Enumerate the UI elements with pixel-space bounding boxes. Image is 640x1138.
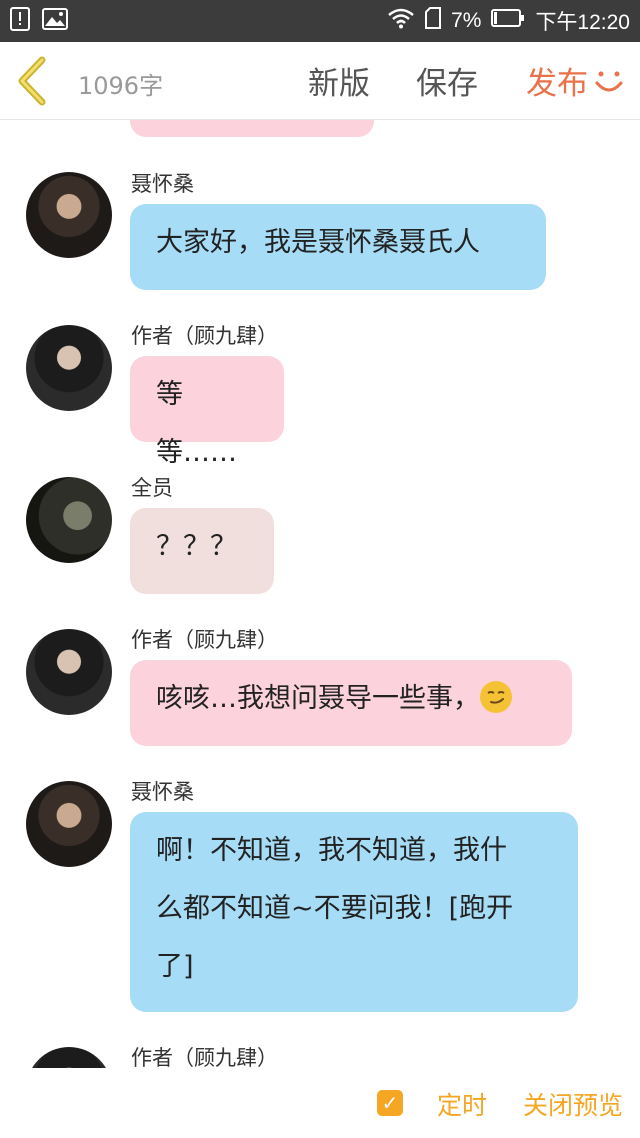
close-preview-button[interactable]: 关闭预览 — [523, 1086, 623, 1122]
word-count: 1096字 — [78, 72, 164, 100]
message-bubble: 大家好，我是聂怀桑聂氏人 — [130, 204, 546, 290]
smile-icon — [592, 64, 626, 98]
avatar[interactable] — [26, 172, 112, 258]
message-line: 么都不知道~不要问我！[跑开 — [156, 893, 514, 924]
clock: 下午12:20 — [535, 11, 630, 34]
bottom-toolbar: ✓ 定时 关闭预览 — [0, 1068, 640, 1138]
message-bubble: 啊！不知道，我不知道，我什 么都不知道~不要问我！[跑开 了] — [130, 812, 578, 1012]
editor-header: 1096字 新版 保存 发布 — [0, 42, 640, 120]
smirk-emoji-icon — [480, 681, 512, 713]
sim-icon — [425, 7, 442, 35]
avatar[interactable] — [26, 325, 112, 411]
image-icon — [42, 8, 68, 34]
timer-button[interactable]: 定时 — [437, 1086, 487, 1122]
avatar[interactable] — [26, 1047, 112, 1068]
sender-name: 作者（顾九肆） — [131, 1046, 278, 1068]
chevron-left-icon — [18, 56, 46, 106]
message-bubble: ？？？ — [130, 508, 274, 594]
message-bubble-partial — [130, 120, 374, 137]
status-bar: 7% 下午12:20 — [0, 0, 640, 42]
avatar[interactable] — [26, 781, 112, 867]
back-button[interactable] — [14, 54, 54, 108]
sender-name: 聂怀桑 — [131, 780, 194, 804]
wifi-icon — [387, 7, 415, 35]
avatar[interactable] — [26, 629, 112, 715]
alert-icon — [10, 7, 30, 35]
sender-name: 作者（顾九肆） — [131, 324, 278, 348]
message-line: 啊！不知道，我不知道，我什 — [156, 835, 507, 866]
message-bubble: 等等…… — [130, 356, 284, 468]
publish-button[interactable]: 发布 — [526, 58, 588, 103]
battery-percent: 7% — [451, 9, 482, 32]
message-text: 咳咳…我想问聂导一些事， — [156, 683, 480, 714]
timer-checkbox[interactable]: ✓ — [377, 1090, 403, 1116]
sender-name: 全员 — [131, 476, 173, 500]
avatar[interactable] — [26, 477, 112, 563]
chat-preview: 聂怀桑 大家好，我是聂怀桑聂氏人 作者（顾九肆） 等等…… 全员 ？？？ 作者（… — [0, 120, 640, 1068]
sender-name: 作者（顾九肆） — [131, 628, 278, 652]
message-line: 了] — [156, 951, 194, 982]
battery-icon — [491, 9, 525, 33]
sender-name: 聂怀桑 — [131, 172, 194, 196]
new-version-button[interactable]: 新版 — [308, 58, 370, 103]
message-bubble: 咳咳…我想问聂导一些事， — [130, 660, 572, 746]
save-button[interactable]: 保存 — [416, 58, 478, 103]
